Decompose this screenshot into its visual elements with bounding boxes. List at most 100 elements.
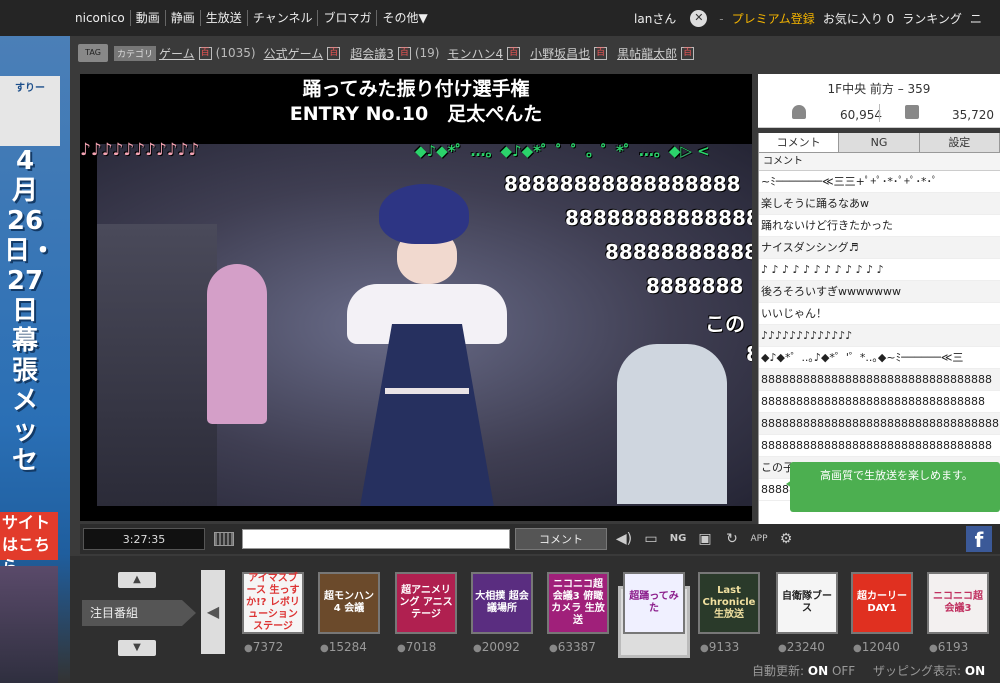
program-viewer-count: 63387 — [549, 640, 596, 654]
nav-live[interactable]: 生放送 — [201, 10, 248, 26]
program-thumbnail[interactable]: 超踊ってみた — [623, 572, 685, 634]
overlay-comment: ♪♪♪♪♪♪♪♪♪♪♪ — [80, 140, 200, 160]
footer-settings: 自動更新: ON OFF ザッピング表示: ON — [752, 662, 1000, 679]
overlay-comment: 8888888 — [646, 274, 744, 298]
overlay-comment: ◆♪◆*゜…。◆♪◆*゜゜゜。゜*゜…。◆▷ < — [415, 142, 710, 160]
elapsed-time: 3:27:35 — [83, 528, 205, 550]
program-thumbnail[interactable]: 超モンハン4 会議 — [318, 572, 380, 634]
comment-row[interactable]: ◆♪◆*゜..｡♪◆*゜'゜*..｡◆~ﾐ──────≪三 — [759, 347, 1000, 369]
dictionary-icon[interactable]: 百 — [507, 46, 521, 60]
tag-chokaigi3[interactable]: 超会議3 — [350, 45, 394, 62]
comment-row[interactable]: 88888888888888888888888888888888 — [759, 391, 1000, 413]
program-thumbnail[interactable]: アイマスブース 生っすか!? レボリューション ステージ — [242, 572, 304, 634]
comment-row[interactable]: いいじゃん！ — [759, 303, 1000, 325]
close-icon[interactable]: ✕ — [690, 10, 708, 27]
nav-other[interactable]: その他▼ — [377, 10, 432, 26]
room-label: 1F中央 前方 – 359 — [827, 82, 931, 96]
auto-update-off[interactable]: OFF — [832, 664, 855, 678]
comment-submit-button[interactable]: コメント — [515, 528, 607, 550]
global-nav-bar: niconico 動画 静画 生放送 チャンネル ブロマガ その他▼ lanさん… — [0, 0, 1000, 36]
user-name[interactable]: lanさん — [634, 11, 676, 27]
comment-list[interactable]: ~ﾐ───────≪三三+ﾟ+ﾟ･*･ﾟ+ﾟ･*･ﾟ 楽しそうに踊るなあw 踊れ… — [759, 171, 1000, 501]
program-viewer-count: 9133 — [700, 640, 740, 654]
tag-game[interactable]: ゲーム — [159, 45, 195, 62]
keyboard-icon[interactable] — [214, 532, 234, 546]
comment-count-icon — [905, 105, 919, 119]
divider: - — [719, 11, 724, 26]
title-line-2: ENTRY No.10 足太ぺんた — [289, 103, 543, 125]
video-player[interactable]: 踊ってみた振り付け選手権 ENTRY No.10 足太ぺんた ♪♪♪♪♪♪♪♪♪… — [80, 74, 752, 521]
tag-kurocho[interactable]: 黒帖龍太郎 — [617, 45, 677, 62]
gear-icon[interactable]: ⚙ — [776, 530, 796, 548]
banner-photo — [0, 566, 58, 683]
nav-seiga[interactable]: 静画 — [166, 10, 201, 26]
video-frame[interactable] — [97, 144, 752, 506]
screen-size-icon[interactable]: ▣ — [695, 530, 715, 548]
more-link[interactable]: ニ — [970, 11, 982, 27]
favorites-link[interactable]: お気に入り 0 — [823, 11, 894, 27]
hd-notice-toast[interactable]: 高画質で生放送を楽しめます。 — [786, 462, 1000, 512]
comment-row[interactable]: ♪♪♪♪♪♪♪♪♪♪♪♪♪ — [759, 325, 1000, 347]
comment-input[interactable] — [242, 529, 510, 549]
comment-row[interactable]: ナイスダンシング♬ — [759, 237, 1000, 259]
tag-count: (19) — [414, 46, 440, 60]
site-link[interactable]: サイトはこちら — [0, 512, 58, 576]
event-logo: すりー — [0, 76, 60, 146]
tag-monhan4[interactable]: モンハン4 — [447, 45, 503, 62]
zapping-on[interactable]: ON — [965, 664, 985, 678]
dictionary-icon[interactable]: 百 — [327, 46, 341, 60]
program-viewer-count: 23240 — [778, 640, 825, 654]
title-line-1: 踊ってみた振り付け選手権 — [302, 78, 530, 100]
comment-row[interactable]: 888888888888888888888888888888888 — [759, 369, 1000, 391]
program-thumbnail[interactable]: 超カーリー DAY1 — [851, 572, 913, 634]
background-dancer — [207, 264, 267, 424]
tab-comment[interactable]: コメント — [759, 133, 840, 152]
comment-tabs: コメント NG 設定 — [759, 133, 1000, 153]
comment-row[interactable]: ♪ ♪ ♪ ♪ ♪ ♪ ♪ ♪ ♪ ♪ ♪ ♪ — [759, 259, 1000, 281]
nav-blomaga[interactable]: ブロマガ — [318, 10, 378, 26]
main-dancer — [327, 184, 527, 506]
comment-row[interactable]: ~ﾐ───────≪三三+ﾟ+ﾟ･*･ﾟ+ﾟ･*･ﾟ — [759, 171, 1000, 193]
program-thumbnail[interactable]: ニコニコ超会議3 俯瞰カメラ 生放送 — [547, 572, 609, 634]
left-ad-banner[interactable]: すりー 4月26日・27日幕張メッセ サイトはこちら — [0, 36, 70, 683]
carousel-prev-button[interactable]: ◀ — [201, 570, 225, 654]
dictionary-icon[interactable]: 百 — [397, 46, 411, 60]
program-thumbnail[interactable]: Last Chronicle 生放送 — [698, 572, 760, 634]
program-thumbnail[interactable]: 超アニメリング アニステージ — [395, 572, 457, 634]
comment-row[interactable]: 踊れないけど行きたかった — [759, 215, 1000, 237]
scroll-up-button[interactable]: ▲ — [118, 572, 156, 588]
tag-official-game[interactable]: 公式ゲーム — [264, 45, 324, 62]
tag-count: (1035) — [215, 46, 256, 60]
program-thumbnail[interactable]: 自衛隊ブース — [776, 572, 838, 634]
nav-channel[interactable]: チャンネル — [248, 10, 319, 26]
volume-icon[interactable]: ◀) — [614, 530, 634, 548]
nav-niconico[interactable]: niconico — [70, 10, 131, 26]
app-icon[interactable]: APP — [749, 530, 769, 548]
comment-row[interactable]: 楽しそうに踊るなあw — [759, 193, 1000, 215]
tab-settings[interactable]: 設定 — [920, 133, 1000, 152]
dictionary-icon[interactable]: 百 — [198, 46, 212, 60]
dictionary-icon[interactable]: 百 — [681, 46, 695, 60]
comment-toggle-icon[interactable]: ▭ — [641, 530, 661, 548]
tag-onosaka[interactable]: 小野坂昌也 — [530, 45, 590, 62]
category-badge: カテゴリ — [114, 45, 157, 61]
overlay-comment: 8888888888888888 — [565, 206, 752, 230]
comment-row[interactable]: 8888888888888888888888888888888888 — [759, 413, 1000, 435]
tab-ng[interactable]: NG — [839, 133, 920, 152]
comment-row[interactable]: 888888888888888888888888888888888 — [759, 435, 1000, 457]
auto-update-on[interactable]: ON — [808, 664, 828, 678]
scroll-down-button[interactable]: ▼ — [118, 640, 156, 656]
nav-video[interactable]: 動画 — [131, 10, 166, 26]
overlay-comment: この — [705, 312, 745, 336]
premium-link[interactable]: プレミアム登録 — [732, 11, 815, 27]
program-thumbnail[interactable]: 大相撲 超会議場所 — [471, 572, 533, 634]
program-thumbnail[interactable]: ニコニコ超会議3 — [927, 572, 989, 634]
comment-row[interactable]: 後ろそろいすぎwwwwwww — [759, 281, 1000, 303]
ng-icon[interactable]: NG — [668, 530, 688, 548]
facebook-icon[interactable]: f — [966, 526, 992, 552]
reload-icon[interactable]: ↻ — [722, 530, 742, 548]
dictionary-icon[interactable]: 百 — [594, 46, 608, 60]
overlay-comment: 88888888888888888 — [504, 172, 741, 196]
auto-update-label: 自動更新: — [752, 664, 805, 678]
ranking-link[interactable]: ランキング — [902, 11, 962, 27]
